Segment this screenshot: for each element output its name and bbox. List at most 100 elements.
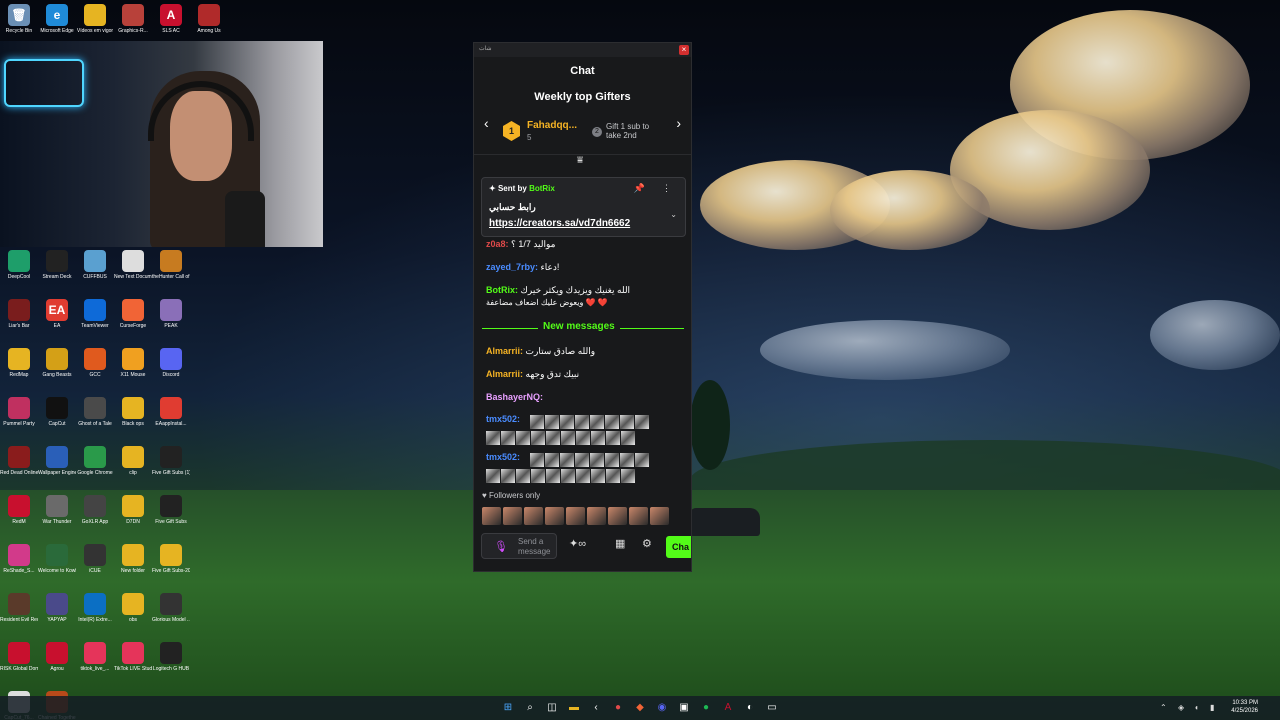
desktop-icon[interactable]: Vídeos em vigor	[76, 4, 114, 34]
avatar[interactable]	[524, 507, 543, 525]
back-icon[interactable]: ‹	[589, 701, 603, 715]
desktop-icon[interactable]: EA EA	[38, 299, 76, 329]
avatar[interactable]	[650, 507, 669, 525]
desktop-icon[interactable]: Gang Beasts	[38, 348, 76, 378]
desktop-icon[interactable]: tiktok_live_...	[76, 642, 114, 672]
send-chat-button[interactable]: Cha	[666, 536, 691, 558]
desktop-icon[interactable]: 🗑 Recycle Bin	[0, 4, 38, 34]
chevron-left-icon[interactable]: ‹	[484, 115, 489, 131]
chat-username[interactable]: BotRix:	[486, 285, 518, 295]
chevron-right-icon[interactable]: ›	[676, 115, 681, 131]
chat-username[interactable]: tmx502:	[486, 414, 520, 424]
start-icon[interactable]: ⊞	[501, 701, 515, 715]
browser-icon[interactable]: ◆	[633, 701, 647, 715]
chat-username[interactable]: BashayerNQ:	[486, 392, 543, 402]
close-icon[interactable]: ×	[679, 45, 689, 55]
desktop-icon[interactable]: Ghost of a Tale	[76, 397, 114, 427]
steam-icon[interactable]: ◐	[743, 701, 757, 715]
search-icon[interactable]: ⌕	[523, 701, 537, 715]
desktop-icon[interactable]: D7DN	[114, 495, 152, 525]
window-titlebar[interactable]: شات ×	[474, 43, 691, 57]
desktop-icon[interactable]: New Text Document	[114, 250, 152, 280]
desktop-icon[interactable]: clip	[114, 446, 152, 476]
desktop-icon[interactable]: ReShade_S...	[0, 544, 38, 574]
more-options-icon[interactable]: ⋮	[662, 183, 671, 194]
desktop-icon[interactable]: DeepCool	[0, 250, 38, 280]
pinned-link[interactable]: https://creators.sa/vd7dn6662	[489, 218, 630, 229]
desktop-icon[interactable]: Stream Deck	[38, 250, 76, 280]
avatar[interactable]	[608, 507, 627, 525]
desktop-icon[interactable]: CurseForge	[114, 299, 152, 329]
desktop-icon[interactable]: GoXLR App	[76, 495, 114, 525]
emote-picker-icon[interactable]: ✦∞	[569, 537, 586, 550]
desktop-icon[interactable]: Five Gift Subs (1)	[152, 446, 190, 476]
desktop-icon[interactable]: Liar's Bar	[0, 299, 38, 329]
desktop-icon[interactable]: Discord	[152, 348, 190, 378]
pinned-bot-name[interactable]: BotRix	[529, 184, 555, 193]
desktop-icon[interactable]: Among Us	[190, 4, 228, 34]
desktop-icon[interactable]: CapCut	[38, 397, 76, 427]
tray-clock[interactable]: 10:33 PM 4/25/2026	[1231, 699, 1258, 715]
chat-username[interactable]: zayed_7rby:	[486, 262, 538, 272]
desktop-icon[interactable]: RISK Global Domination	[0, 642, 38, 672]
chat-input[interactable]: 🎙 Send a message	[481, 533, 557, 559]
desktop-icon[interactable]: YAPYAP	[38, 593, 76, 623]
desktop-icon[interactable]: CUFFBUS	[76, 250, 114, 280]
desktop-icon[interactable]: obs	[114, 593, 152, 623]
desktop-icon[interactable]: Logitech G HUB	[152, 642, 190, 672]
desktop-icon[interactable]: Welcome to Kowloon	[38, 544, 76, 574]
tray-network-icon[interactable]: ◈	[1178, 703, 1184, 712]
discord-icon[interactable]: ◉	[655, 701, 669, 715]
chevron-down-icon[interactable]: ⌄	[670, 210, 677, 219]
desktop-icon[interactable]: iCUE	[76, 544, 114, 574]
chrome-icon[interactable]: ●	[611, 701, 625, 715]
tray-battery-icon[interactable]: ▮	[1210, 703, 1214, 712]
desktop-icon[interactable]: e Microsoft Edge	[38, 4, 76, 34]
chat-username[interactable]: tmx502:	[486, 452, 520, 462]
desktop-icon[interactable]: TeamViewer	[76, 299, 114, 329]
desktop-icon[interactable]: PEAK	[152, 299, 190, 329]
task-view-icon[interactable]: ◫	[545, 701, 559, 715]
avatar[interactable]	[503, 507, 522, 525]
collapse-icon[interactable]: ⩸	[577, 155, 583, 166]
desktop-icon[interactable]: Intel(R) Extre...	[76, 593, 114, 623]
tray-chevron-icon[interactable]: ⌃	[1160, 703, 1167, 712]
microphone-icon[interactable]: 🎙	[494, 540, 508, 553]
top-gifter-name[interactable]: Fahadqq...	[527, 120, 577, 131]
avatar[interactable]	[629, 507, 648, 525]
desktop-icon[interactable]: War Thunder	[38, 495, 76, 525]
file-explorer-icon[interactable]: ▬	[567, 701, 581, 715]
desktop-icon[interactable]: Graphics-R...	[114, 4, 152, 34]
desktop-icon[interactable]: Agrou	[38, 642, 76, 672]
chat-username[interactable]: Almarrii:	[486, 346, 523, 356]
desktop-icon[interactable]: Glorious Model ...	[152, 593, 190, 623]
desktop-icon[interactable]: Black ops	[114, 397, 152, 427]
desktop-icon[interactable]: Five Gift Subs-2025...	[152, 544, 190, 574]
app-icon[interactable]: ▭	[765, 701, 779, 715]
avatar[interactable]	[566, 507, 585, 525]
desktop-icon[interactable]: Red Dead Online	[0, 446, 38, 476]
pin-icon[interactable]: 📌	[634, 183, 645, 194]
desktop-icon[interactable]: RedMap	[0, 348, 38, 378]
avatar[interactable]	[545, 507, 564, 525]
desktop-icon[interactable]: Google Chrome	[76, 446, 114, 476]
desktop-icon[interactable]: EAappInstal...	[152, 397, 190, 427]
desktop-icon[interactable]: New folder	[114, 544, 152, 574]
tray-volume-icon[interactable]: ◖	[1194, 703, 1199, 712]
desktop-icon[interactable]: Five Gift Subs	[152, 495, 190, 525]
app-red-icon[interactable]: A	[721, 701, 735, 715]
desktop-icon[interactable]: Resident Evil Requiem	[0, 593, 38, 623]
desktop-icon[interactable]: TikTok LIVE Studio	[114, 642, 152, 672]
gift-icon[interactable]: ▦	[615, 537, 625, 550]
desktop-icon[interactable]: Wallpaper Engine	[38, 446, 76, 476]
avatar[interactable]	[587, 507, 606, 525]
spotify-icon[interactable]: ●	[699, 701, 713, 715]
app-icon[interactable]: ▣	[677, 701, 691, 715]
chat-username[interactable]: z0a8:	[486, 239, 509, 249]
desktop-icon[interactable]: RedM	[0, 495, 38, 525]
desktop-icon[interactable]: GCC	[76, 348, 114, 378]
desktop-icon[interactable]: X11 Mouse	[114, 348, 152, 378]
avatar[interactable]	[482, 507, 501, 525]
chat-username[interactable]: Almarrii:	[486, 369, 523, 379]
gear-icon[interactable]: ⚙	[642, 537, 652, 550]
